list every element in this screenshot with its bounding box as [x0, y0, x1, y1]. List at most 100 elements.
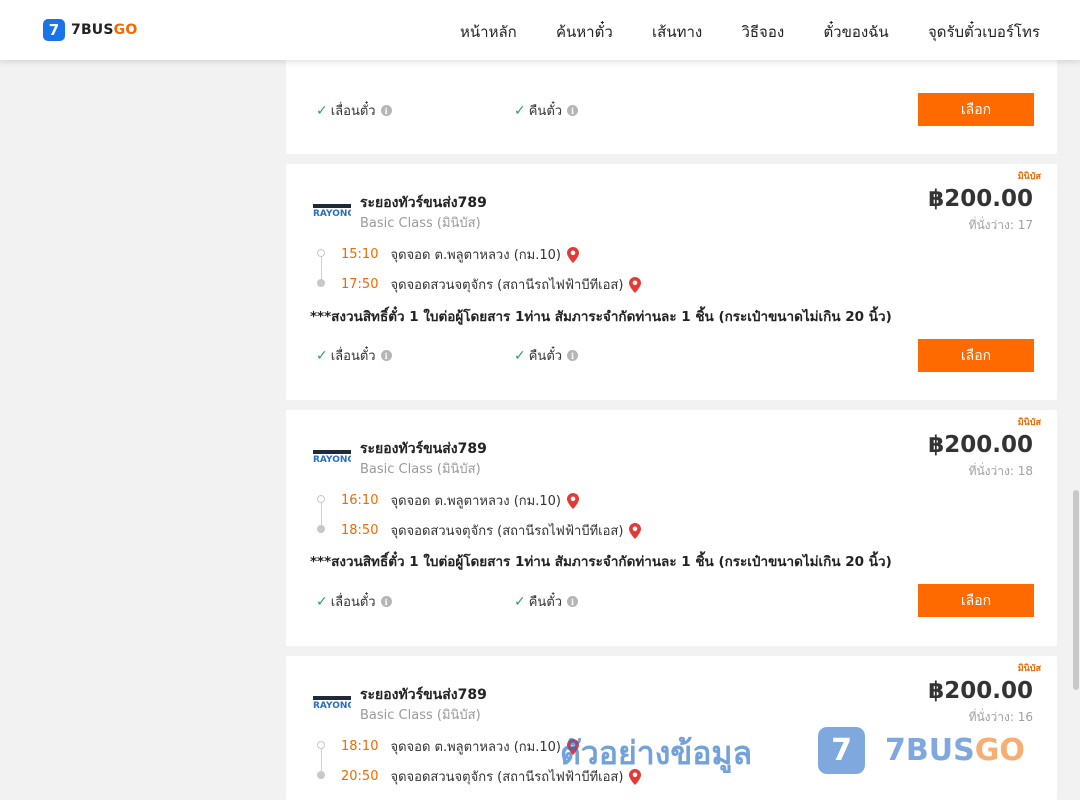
main-nav: หน้าหลัก ค้นหาตั๋ว เส้นทาง วิธีจอง ตั๋วข…	[460, 20, 1040, 44]
info-icon[interactable]: i	[567, 350, 579, 361]
ticket-notice: ***สงวนสิทธิ์ตั๋ว 1 ใบต่อผู้โดยสาร 1ท่าน…	[310, 309, 892, 325]
ticket-price: ฿200.00	[928, 678, 1033, 704]
feature-reschedule: ✓ เลื่อนตั๋ว i	[316, 591, 392, 612]
operator-name: ระยองทัวร์ขนส่ง789	[360, 195, 487, 211]
top-header: 7 7BUSGO หน้าหลัก ค้นหาตั๋ว เส้นทาง วิธี…	[0, 0, 1080, 60]
logo-badge-icon: 7	[43, 19, 65, 41]
watermark-brand: 7BUSGO	[885, 733, 1025, 768]
operator-name: ระยองทัวร์ขนส่ง789	[360, 687, 487, 703]
check-icon: ✓	[514, 593, 526, 610]
vehicle-type-tag: มินิบัส	[1017, 418, 1041, 428]
feature-refund: ✓ คืนตั๋ว i	[514, 591, 579, 612]
watermark-badge-icon: 7	[818, 727, 865, 774]
ticket-notice: ***สงวนสิทธิ์ตั๋ว 1 ใบต่อผู้โดยสาร 1ท่าน…	[310, 554, 892, 570]
map-pin-icon[interactable]	[566, 246, 579, 263]
info-icon[interactable]: i	[380, 105, 392, 116]
info-icon[interactable]: i	[567, 596, 579, 607]
nav-home[interactable]: หน้าหลัก	[460, 20, 517, 44]
select-button[interactable]: เลือก	[918, 584, 1034, 617]
arrival-time: 18:50	[341, 523, 379, 538]
scroll-thumb[interactable]	[1073, 490, 1079, 690]
watermark-logo: 7 7BUSGO	[818, 727, 1025, 774]
departure-stop: 18:10 จุดจอด ต.พลูตาหลวง (กม.10)	[341, 736, 579, 757]
trip-card: มินิบัส RAYONG ระยองทัวร์ขนส่ง789 Basic …	[286, 164, 1057, 400]
map-pin-icon[interactable]	[629, 522, 642, 539]
arrival-stop: 17:50 จุดจอดสวนจตุจักร (สถานีรถไฟฟ้าบีที…	[341, 274, 642, 295]
arrival-place: จุดจอดสวนจตุจักร (สถานีรถไฟฟ้าบีทีเอส)	[390, 278, 624, 293]
ticket-price: ฿200.00	[928, 432, 1033, 458]
sample-data-watermark: ตัวอย่างข้อมูล	[560, 734, 753, 772]
map-pin-icon[interactable]	[566, 492, 579, 509]
timeline-start-dot	[317, 495, 325, 503]
feature-refund: ✓ คืนตั๋ว i	[514, 100, 579, 121]
timeline-end-dot	[317, 771, 325, 779]
rayong-logo: RAYONG	[313, 696, 351, 709]
svg-text:RAYONG: RAYONG	[313, 701, 351, 709]
check-icon: ✓	[514, 102, 526, 119]
nav-search-ticket[interactable]: ค้นหาตั๋ว	[556, 20, 613, 44]
timeline-line	[320, 503, 322, 525]
operator-name: ระยองทัวร์ขนส่ง789	[360, 441, 487, 457]
nav-my-tickets[interactable]: ตั๋วของฉัน	[823, 20, 888, 44]
timeline-start-dot	[317, 741, 325, 749]
feature-label: คืนตั๋ว	[528, 595, 563, 610]
nav-ticket-pickup[interactable]: จุดรับตั๋วเบอร์โทร	[928, 20, 1040, 44]
timeline-line	[320, 257, 322, 279]
timeline-line	[320, 749, 322, 771]
feature-label: เลื่อนตั๋ว	[330, 104, 376, 119]
logo-text-accent: GO	[113, 22, 138, 38]
departure-time: 15:10	[341, 247, 379, 262]
seats-available: ที่นั่งว่าง: 16	[968, 710, 1033, 724]
feature-reschedule: ✓ เลื่อนตั๋ว i	[316, 345, 392, 366]
feature-reschedule: ✓ เลื่อนตั๋ว i	[316, 100, 392, 121]
select-button[interactable]: เลือก	[918, 339, 1034, 372]
logo-text-primary: 7BUS	[71, 22, 114, 38]
watermark-brand-accent: GO	[974, 733, 1025, 768]
svg-text:RAYONG: RAYONG	[313, 455, 351, 463]
feature-label: เลื่อนตั๋ว	[330, 595, 376, 610]
departure-stop: 16:10 จุดจอด ต.พลูตาหลวง (กม.10)	[341, 490, 579, 511]
departure-place: จุดจอด ต.พลูตาหลวง (กม.10)	[390, 740, 561, 755]
rayong-logo: RAYONG	[313, 204, 351, 217]
nav-how-to-book[interactable]: วิธีจอง	[741, 20, 784, 44]
map-pin-icon[interactable]	[629, 276, 642, 293]
departure-place: จุดจอด ต.พลูตาหลวง (กม.10)	[390, 248, 561, 263]
vehicle-type-tag: มินิบัส	[1017, 172, 1041, 182]
info-icon[interactable]: i	[380, 596, 392, 607]
logo-text: 7BUSGO	[71, 22, 137, 38]
arrival-time: 20:50	[341, 769, 379, 784]
departure-time: 16:10	[341, 493, 379, 508]
seats-available: ที่นั่งว่าง: 17	[968, 218, 1033, 232]
timeline-end-dot	[317, 279, 325, 287]
rayong-logo: RAYONG	[313, 450, 351, 463]
seats-available: ที่นั่งว่าง: 18	[968, 464, 1033, 478]
watermark-brand-primary: 7BUS	[885, 733, 975, 768]
nav-routes[interactable]: เส้นทาง	[652, 20, 702, 44]
info-icon[interactable]: i	[567, 105, 579, 116]
check-icon: ✓	[316, 347, 328, 364]
departure-stop: 15:10 จุดจอด ต.พลูตาหลวง (กม.10)	[341, 244, 579, 265]
bus-class: Basic Class (มินิบัส)	[360, 708, 481, 723]
arrival-place: จุดจอดสวนจตุจักร (สถานีรถไฟฟ้าบีทีเอส)	[390, 524, 624, 539]
feature-label: เลื่อนตั๋ว	[330, 349, 376, 364]
departure-time: 18:10	[341, 739, 379, 754]
check-icon: ✓	[316, 593, 328, 610]
info-icon[interactable]: i	[380, 350, 392, 361]
bus-class: Basic Class (มินิบัส)	[360, 216, 481, 231]
arrival-stop: 18:50 จุดจอดสวนจตุจักร (สถานีรถไฟฟ้าบีที…	[341, 520, 642, 541]
departure-place: จุดจอด ต.พลูตาหลวง (กม.10)	[390, 494, 561, 509]
vehicle-type-tag: มินิบัส	[1017, 664, 1041, 674]
check-icon: ✓	[316, 102, 328, 119]
select-button[interactable]: เลือก	[918, 93, 1034, 126]
feature-label: คืนตั๋ว	[528, 349, 563, 364]
bus-class: Basic Class (มินิบัส)	[360, 462, 481, 477]
timeline-end-dot	[317, 525, 325, 533]
feature-refund: ✓ คืนตั๋ว i	[514, 345, 579, 366]
page-scrollbar[interactable]	[1072, 60, 1080, 800]
feature-label: คืนตั๋ว	[528, 104, 563, 119]
site-logo[interactable]: 7 7BUSGO	[43, 19, 137, 41]
check-icon: ✓	[514, 347, 526, 364]
timeline-start-dot	[317, 249, 325, 257]
svg-text:RAYONG: RAYONG	[313, 209, 351, 217]
trip-card: มินิบัส RAYONG ระยองทัวร์ขนส่ง789 Basic …	[286, 410, 1057, 646]
